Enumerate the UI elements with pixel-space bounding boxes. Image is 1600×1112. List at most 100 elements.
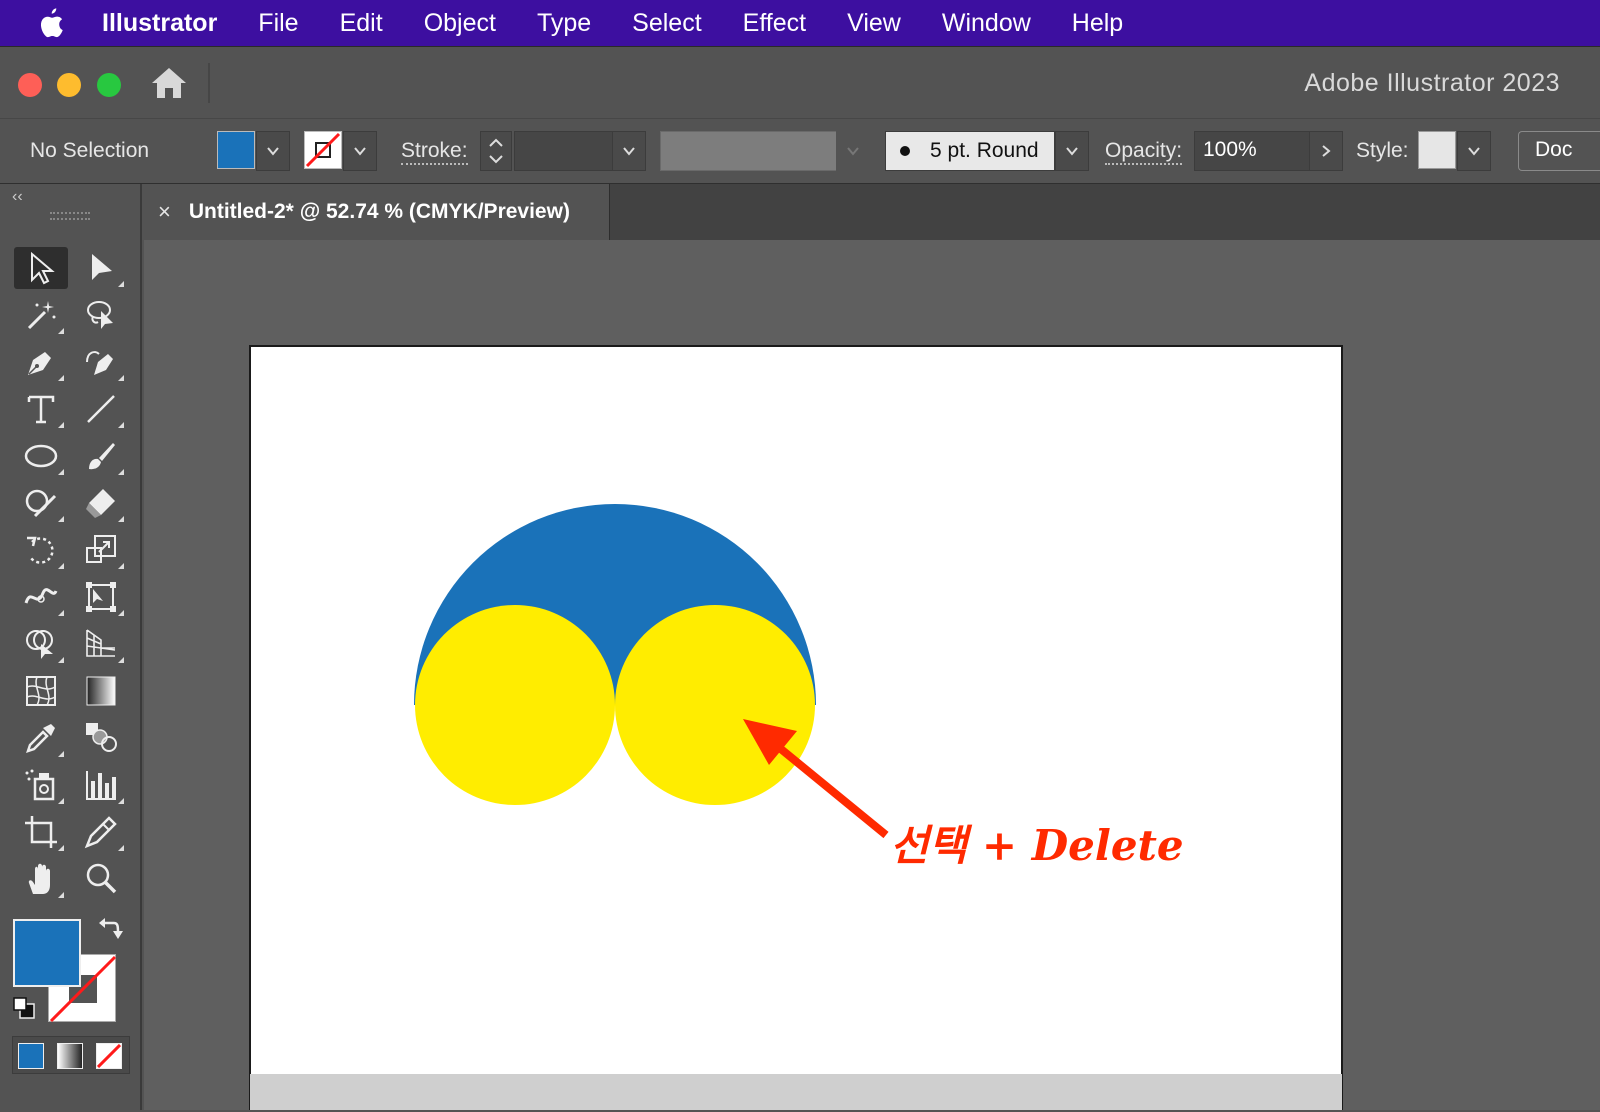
paintbrush-icon (89, 443, 115, 470)
rotate-icon (27, 536, 54, 564)
document-tab[interactable]: × Untitled-2* @ 52.74 % (CMYK/Preview) (144, 184, 610, 240)
mac-menubar: Illustrator File Edit Object Type Select… (0, 0, 1600, 46)
window-titlebar: Adobe Illustrator 2023 (0, 46, 1600, 118)
gradient-icon (86, 676, 116, 706)
opacity-expand[interactable] (1309, 131, 1343, 171)
opacity-label[interactable]: Opacity: (1105, 139, 1183, 165)
symbol-sprayer-tool[interactable] (14, 764, 68, 806)
shaper-icon (25, 489, 57, 518)
menu-type[interactable]: Type (537, 9, 591, 38)
stroke-dropdown[interactable] (343, 131, 377, 171)
left-yellow-circle[interactable] (415, 605, 615, 805)
collapse-panel-button[interactable]: ‹‹ (12, 188, 23, 206)
pen-tool[interactable] (14, 341, 68, 383)
document-setup-button[interactable]: Doc (1518, 131, 1600, 171)
stepper-arrows-icon (489, 138, 503, 164)
variable-width-dropdown[interactable] (836, 131, 870, 171)
chevron-down-icon (354, 147, 366, 156)
close-window-button[interactable] (18, 73, 42, 97)
minimize-window-button[interactable] (57, 73, 81, 97)
graphic-style-dropdown[interactable] (1457, 131, 1491, 171)
shape-builder-tool[interactable] (14, 623, 68, 665)
menu-effect[interactable]: Effect (743, 9, 806, 38)
chevron-down-icon (1066, 147, 1078, 156)
eyedropper-tool[interactable] (14, 717, 68, 759)
lasso-tool[interactable] (74, 294, 128, 336)
menu-file[interactable]: File (258, 9, 298, 38)
width-tool[interactable] (14, 576, 68, 618)
blend-tool[interactable] (74, 717, 128, 759)
stroke-weight-stepper[interactable] (480, 131, 512, 171)
artwork (414, 504, 889, 839)
none-mode-button[interactable] (96, 1043, 122, 1069)
right-yellow-circle[interactable] (615, 605, 815, 805)
artboard-tool[interactable] (14, 811, 68, 853)
color-mode-button[interactable] (18, 1043, 44, 1069)
shape-builder-icon (26, 630, 53, 659)
symbol-sprayer-icon (25, 769, 55, 801)
direct-selection-tool[interactable] (74, 247, 128, 289)
line-segment-tool[interactable] (74, 388, 128, 430)
artboard[interactable] (249, 345, 1343, 1110)
window-title: Adobe Illustrator 2023 (1304, 69, 1560, 97)
default-fill-stroke-icon[interactable] (12, 996, 36, 1020)
menu-object[interactable]: Object (424, 9, 496, 38)
free-transform-icon (86, 582, 116, 612)
graphic-style-swatch[interactable] (1418, 131, 1456, 169)
rotate-tool[interactable] (14, 529, 68, 571)
titlebar-divider (208, 63, 210, 103)
paintbrush-tool[interactable] (74, 435, 128, 477)
magic-wand-tool[interactable] (14, 294, 68, 336)
free-transform-tool[interactable] (74, 576, 128, 618)
mesh-tool[interactable] (14, 670, 68, 712)
scale-tool[interactable] (74, 529, 128, 571)
close-tab-icon[interactable]: × (158, 199, 171, 225)
menu-window[interactable]: Window (942, 9, 1031, 38)
menu-app-name[interactable]: Illustrator (102, 9, 217, 38)
chevron-down-icon (1468, 147, 1480, 156)
canvas-area[interactable] (144, 240, 1600, 1110)
zoom-tool[interactable] (74, 858, 128, 900)
menu-select[interactable]: Select (632, 9, 701, 38)
fill-swatch[interactable] (217, 131, 255, 169)
swap-fill-stroke-icon[interactable] (96, 917, 126, 945)
panel-grip[interactable] (50, 212, 90, 220)
brush-definition[interactable]: 5 pt. Round (885, 131, 1055, 171)
type-tool[interactable] (14, 388, 68, 430)
menu-help[interactable]: Help (1072, 9, 1123, 38)
column-graph-tool[interactable] (74, 764, 128, 806)
hand-tool[interactable] (14, 858, 68, 900)
stroke-swatch[interactable] (304, 131, 342, 169)
variable-width-profile[interactable] (660, 131, 838, 171)
curvature-tool[interactable] (74, 341, 128, 383)
zoom-window-button[interactable] (97, 73, 121, 97)
fill-color-box[interactable] (13, 919, 81, 987)
opacity-field[interactable]: 100% (1194, 131, 1310, 171)
perspective-grid-tool[interactable] (74, 623, 128, 665)
ellipse-tool[interactable] (14, 435, 68, 477)
control-bar: No Selection Stroke: 5 pt. Round Opacity… (0, 118, 1600, 184)
chevron-right-icon (1322, 145, 1331, 157)
menu-view[interactable]: View (847, 9, 901, 38)
magnifier-icon (86, 863, 117, 894)
apple-logo-icon[interactable] (36, 7, 80, 39)
eraser-tool[interactable] (74, 482, 128, 524)
lasso-icon (87, 301, 113, 329)
curvature-pen-icon (86, 351, 113, 375)
stroke-weight-dropdown[interactable] (612, 131, 646, 171)
gradient-mode-button[interactable] (57, 1043, 83, 1069)
gradient-tool[interactable] (74, 670, 128, 712)
selection-tool[interactable] (14, 247, 68, 289)
horizontal-scrollbar[interactable] (250, 1074, 1342, 1110)
slice-tool[interactable] (74, 811, 128, 853)
shaper-tool[interactable] (14, 482, 68, 524)
home-icon[interactable] (150, 65, 188, 101)
brush-dropdown[interactable] (1055, 131, 1089, 171)
chevron-down-icon (623, 147, 635, 156)
stroke-weight-field[interactable] (514, 131, 614, 171)
chevron-down-icon (847, 147, 859, 156)
menu-edit[interactable]: Edit (340, 9, 383, 38)
fill-dropdown[interactable] (256, 131, 290, 171)
slice-knife-icon (84, 816, 117, 849)
stroke-label[interactable]: Stroke: (401, 139, 468, 165)
